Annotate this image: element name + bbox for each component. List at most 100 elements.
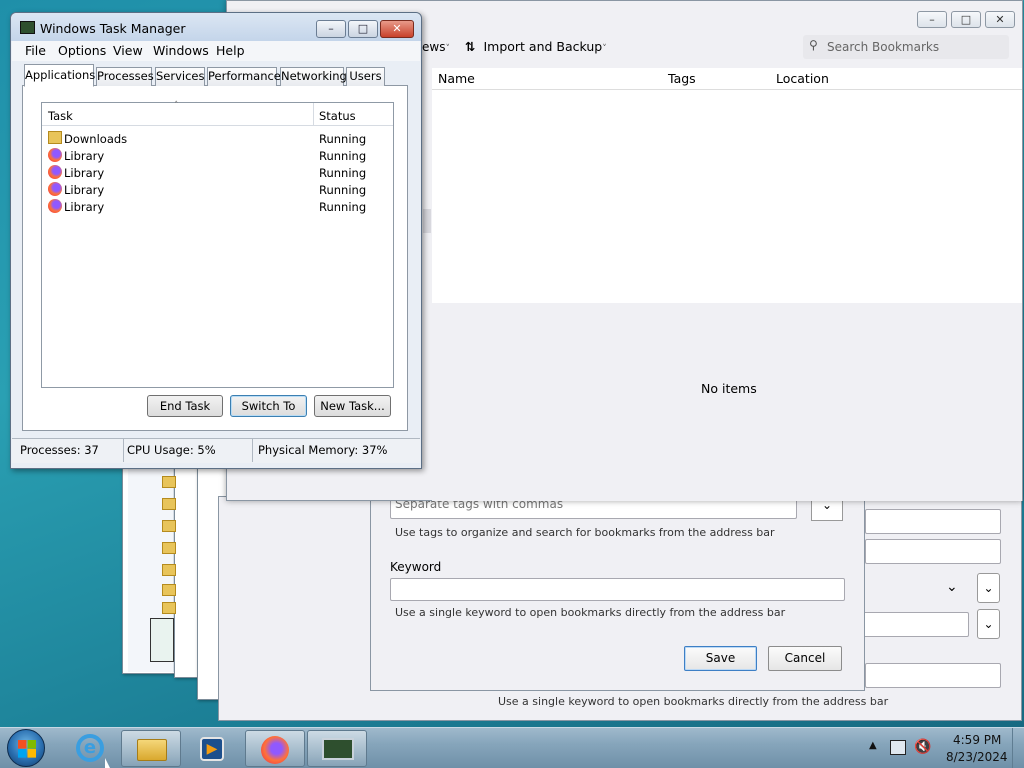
task-name: Library: [64, 183, 105, 197]
show-desktop-button[interactable]: [1012, 728, 1024, 768]
taskbar-task-manager-button[interactable]: [307, 730, 367, 767]
import-backup-menu[interactable]: ⇅ Import and Backup˅: [465, 39, 607, 54]
clock-date[interactable]: 8/23/2024: [946, 750, 1008, 764]
table-row[interactable]: Library Running: [46, 147, 386, 164]
column-header-status[interactable]: Status: [319, 109, 356, 123]
end-task-button[interactable]: End Task: [147, 395, 223, 417]
taskbar: e ▶ ▲ 🔇 4:59 PM 8/23/2024: [0, 727, 1024, 768]
menu-options[interactable]: Options: [58, 43, 106, 58]
clock-time[interactable]: 4:59 PM: [953, 733, 1001, 747]
tab-services[interactable]: Services: [155, 67, 205, 86]
column-divider: [313, 103, 314, 126]
table-row[interactable]: Library Running: [46, 164, 386, 181]
menu-bar: File Options View Windows Help: [12, 41, 420, 61]
windows-logo-icon: [18, 740, 36, 758]
views-label: ews: [422, 40, 446, 54]
close-button[interactable]: ✕: [985, 11, 1015, 28]
taskbar-firefox-button[interactable]: [245, 730, 305, 767]
tab-processes[interactable]: Processes: [96, 67, 154, 86]
search-icon: ⚲: [809, 38, 818, 52]
task-status: Running: [319, 149, 367, 163]
cancel-button[interactable]: Cancel: [768, 646, 842, 671]
task-name: Library: [64, 149, 105, 163]
search-bookmarks-box[interactable]: ⚲ Search Bookmarks: [803, 35, 1009, 59]
keyword-input[interactable]: [390, 578, 845, 601]
folder-icon: [48, 131, 62, 144]
back-dropdown-1[interactable]: ⌄: [977, 573, 1000, 603]
table-row[interactable]: Library Running: [46, 181, 386, 198]
import-export-icon: ⇅: [465, 39, 476, 54]
folder-icon: [162, 542, 176, 554]
maximize-button[interactable]: □: [348, 20, 378, 38]
switch-to-button[interactable]: Switch To: [230, 395, 307, 417]
folder-icon: [162, 584, 176, 596]
task-name: Library: [64, 200, 105, 214]
task-status: Running: [319, 183, 367, 197]
network-icon: [150, 618, 174, 662]
search-placeholder: Search Bookmarks: [827, 40, 940, 54]
task-status: Running: [319, 166, 367, 180]
back-keyword-field[interactable]: [865, 663, 1001, 688]
volume-muted-icon[interactable]: 🔇: [914, 739, 931, 755]
window-title: Windows Task Manager: [40, 21, 186, 36]
taskbar-ie-button[interactable]: e: [60, 730, 120, 767]
explorer-nav-pane: [128, 462, 176, 672]
table-row[interactable]: Downloads Running: [46, 130, 386, 147]
keyword-hint: Use a single keyword to open bookmarks d…: [395, 606, 786, 619]
tab-performance[interactable]: Performance: [207, 67, 281, 86]
folder-icon: [137, 739, 167, 761]
menu-view[interactable]: View: [113, 43, 143, 58]
column-header-tags[interactable]: Tags: [668, 71, 696, 86]
task-manager-window: Windows Task Manager – □ ✕ File Options …: [10, 12, 422, 469]
new-task-button[interactable]: New Task...: [314, 395, 391, 417]
back-keyword-hint: Use a single keyword to open bookmarks d…: [498, 695, 889, 708]
back-field-1[interactable]: [865, 509, 1001, 534]
minimize-button[interactable]: –: [316, 20, 346, 38]
task-manager-icon: [322, 738, 354, 760]
status-cpu-usage: CPU Usage: 5%: [121, 438, 253, 462]
chevron-down-icon: ˅: [602, 44, 607, 54]
menu-help[interactable]: Help: [216, 43, 245, 58]
taskbar-explorer-button[interactable]: [121, 730, 181, 767]
task-name: Library: [64, 166, 105, 180]
start-button[interactable]: [7, 729, 45, 767]
tab-applications[interactable]: Applications: [24, 64, 95, 87]
chevron-down-icon[interactable]: ⌄: [946, 579, 958, 595]
maximize-button[interactable]: □: [951, 11, 981, 28]
show-hidden-icons-button[interactable]: ▲: [869, 740, 877, 751]
details-pane: [432, 303, 1022, 501]
folder-icon: [162, 498, 176, 510]
folder-icon: [162, 476, 176, 488]
task-name: Downloads: [64, 132, 128, 146]
applications-list[interactable]: Task ˄ Status Downloads Running Library …: [41, 101, 394, 388]
firefox-icon: [48, 199, 62, 213]
table-row[interactable]: Library Running: [46, 198, 386, 215]
minimize-button[interactable]: –: [917, 11, 947, 28]
save-button[interactable]: Save: [684, 646, 757, 671]
column-header-name[interactable]: Name: [438, 71, 475, 86]
back-field-2[interactable]: [865, 539, 1001, 564]
bookmark-properties-dialog: Separate tags with commas ⌄ Use tags to …: [370, 495, 865, 691]
menu-windows[interactable]: Windows: [153, 43, 209, 58]
tab-networking[interactable]: Networking: [280, 67, 347, 86]
column-header-task[interactable]: Task: [48, 109, 73, 123]
back-dropdown-2[interactable]: ⌄: [977, 609, 1000, 639]
tab-users[interactable]: Users: [346, 67, 385, 86]
column-header-location[interactable]: Location: [776, 71, 829, 86]
close-button[interactable]: ✕: [380, 20, 414, 38]
mouse-cursor-icon: [105, 758, 110, 768]
sort-arrow-icon: ˄: [174, 101, 179, 111]
firefox-icon: [48, 148, 62, 162]
folder-icon: [162, 520, 176, 532]
import-backup-label: Import and Backup: [483, 39, 603, 54]
empty-message: No items: [701, 381, 757, 396]
views-menu[interactable]: ews˅: [422, 40, 450, 54]
task-manager-icon: [20, 21, 35, 34]
media-player-icon: ▶: [200, 737, 224, 761]
status-physical-memory: Physical Memory: 37%: [258, 443, 388, 457]
menu-file[interactable]: File: [25, 43, 46, 58]
tags-hint: Use tags to organize and search for book…: [395, 526, 775, 539]
splitter-handle[interactable]: [423, 209, 431, 233]
taskbar-media-player-button[interactable]: ▶: [183, 730, 243, 767]
network-icon[interactable]: [890, 740, 906, 755]
